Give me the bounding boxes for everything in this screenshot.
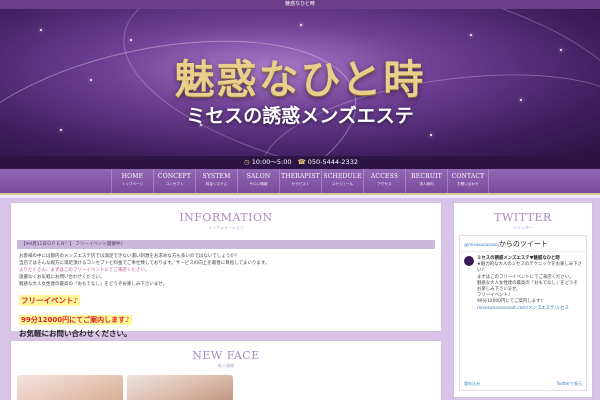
sparkle bbox=[60, 129, 62, 131]
sparkle bbox=[130, 39, 132, 41]
view-on-twitter-link[interactable]: Twitterで表示 bbox=[557, 381, 582, 387]
nav-sublabel: アクセス bbox=[377, 182, 392, 186]
twitter-timeline: @misesunosasoiからのツイート ミセスの誘惑メンズエステ♥魅惑なひと… bbox=[459, 235, 587, 391]
therapist-photo[interactable] bbox=[127, 375, 233, 400]
twitter-subheading: ツイッター bbox=[513, 225, 533, 230]
sparkle bbox=[430, 134, 432, 136]
content-area: INFORMATION インフォメーション 【※9月11日ＯＰＥＮ！】 フリーイ… bbox=[0, 198, 600, 400]
nav-label: ACCESS bbox=[370, 173, 399, 180]
nav-sublabel: 料金システム bbox=[205, 182, 228, 186]
twitter-panel: TWITTER ツイッター @misesunosasoiからのツイート ミセスの… bbox=[453, 202, 593, 398]
nav-sublabel: トップページ bbox=[121, 182, 144, 186]
sparkle bbox=[470, 34, 472, 36]
nav-label: HOME bbox=[121, 173, 144, 180]
twitter-handle[interactable]: @misesunosasoi bbox=[464, 242, 499, 247]
news-line: 魅惑な大人女性達の最高の「おもてなし」をどうぞお楽しみ下さいませ。 bbox=[19, 282, 168, 287]
therapist-photo[interactable] bbox=[17, 375, 123, 400]
timeline-header: @misesunosasoiからのツイート bbox=[460, 236, 586, 252]
nav-therapist[interactable]: THERAPIST セラピスト bbox=[279, 169, 321, 193]
nav-label: SYSTEM bbox=[202, 173, 231, 180]
nav-system[interactable]: SYSTEM 料金システム bbox=[195, 169, 237, 193]
nav-contact[interactable]: CONTACT お問い合わせ bbox=[447, 169, 489, 193]
information-heading: INFORMATION bbox=[179, 211, 273, 224]
nav-home[interactable]: HOME トップページ bbox=[111, 169, 153, 193]
hero-banner: 魅惑なひと時 ミセスの誘惑メンズエステ bbox=[0, 9, 600, 156]
event-contact: お気軽にお問い合わせください。 bbox=[19, 329, 132, 338]
nav-label: CONCEPT bbox=[157, 173, 192, 180]
nav-sublabel: スケジュール bbox=[331, 182, 354, 186]
news-title[interactable]: 【※9月11日ＯＰＥＮ！】 フリーイベント開催中♪ bbox=[17, 240, 435, 249]
tweet-line: まずはこのフリーイベントにてご来店ください。 bbox=[477, 274, 574, 280]
timeline-footer: 埋め込み Twitterで表示 bbox=[464, 381, 582, 387]
phone-icon: ☎ bbox=[297, 158, 306, 166]
sparkle bbox=[300, 24, 302, 26]
nav-schedule[interactable]: SCHEDULE スケジュール bbox=[321, 169, 363, 193]
site-logo-subtitle: ミセスの誘惑メンズエステ bbox=[186, 105, 414, 127]
top-bar-text: 魅惑なひと時 bbox=[285, 1, 315, 7]
news-body: お客様の中には都内のメンズエステ店では満足できない濃い刺激をお求めな方も多いので… bbox=[19, 253, 433, 288]
tweet-line: ★魅力的な大人のミセスのテクニックをお楽しみ下さい♪ bbox=[477, 262, 582, 274]
tweet-line: 魅惑な大人女性達の最高の「おもてなし」をどうぞお楽しみ下さいませ。 bbox=[477, 280, 578, 293]
newface-panel: NEW FACE 新人情報 bbox=[10, 340, 442, 400]
nav-label: CONTACT bbox=[451, 173, 485, 180]
twitter-heading: TWITTER bbox=[494, 211, 552, 224]
site-logo-title[interactable]: 魅惑なひと時 bbox=[0, 47, 600, 105]
contact-strip: ◷ 10:00～5:00 ☎ 050-5444-2332 bbox=[0, 156, 600, 169]
event-price: 99分12000円にてご案内します♪ bbox=[19, 315, 132, 325]
nav-salon[interactable]: SALON サロン情報 bbox=[237, 169, 279, 193]
newface-heading: NEW FACE bbox=[192, 349, 260, 362]
main-nav: HOME トップページ CONCEPT コンセプト SYSTEM 料金システム SAL… bbox=[0, 169, 600, 195]
nav-label: RECRUIT bbox=[411, 173, 442, 180]
tweet-link[interactable]: misesunosasoiest.com/メンズエステ/ミセス bbox=[477, 306, 582, 312]
nav-sublabel: 求人案内 bbox=[419, 182, 434, 186]
sparkle bbox=[40, 29, 42, 31]
clock-icon: ◷ bbox=[244, 158, 250, 166]
tweet: ミセスの誘惑メンズエステ♥魅惑なひと時 ★魅力的な大人のミセスのテクニックをお楽… bbox=[460, 252, 586, 316]
avatar[interactable] bbox=[464, 256, 474, 266]
event-title: フリーイベント♪ bbox=[19, 295, 81, 306]
nav-sublabel: セラピスト bbox=[291, 182, 310, 186]
tweet-text: ミセスの誘惑メンズエステ♥魅惑なひと時 ★魅力的な大人のミセスのテクニックをお楽… bbox=[477, 256, 582, 312]
embed-link[interactable]: 埋め込み bbox=[464, 381, 480, 387]
nav-sublabel: お問い合わせ bbox=[457, 182, 479, 186]
business-hours: 10:00～5:00 bbox=[251, 158, 292, 166]
newface-gallery bbox=[11, 369, 441, 400]
information-subheading: インフォメーション bbox=[208, 225, 244, 230]
nav-label: THERAPIST bbox=[281, 173, 320, 180]
news-line: 当店ではそんな殿方に満足頂けるコンセプトと料金でご奉仕致しております。サービスの… bbox=[19, 261, 270, 266]
nav-concept[interactable]: CONCEPT コンセプト bbox=[153, 169, 195, 193]
nav-sublabel: コンセプト bbox=[165, 182, 184, 186]
phone-number[interactable]: 050-5444-2332 bbox=[308, 158, 358, 166]
nav-label: SCHEDULE bbox=[323, 173, 362, 180]
news-line: 遠慮なくお気軽にお問い合わせください。 bbox=[19, 275, 105, 280]
information-panel: INFORMATION インフォメーション 【※9月11日ＯＰＥＮ！】 フリーイ… bbox=[10, 202, 442, 338]
nav-label: SALON bbox=[246, 173, 271, 180]
timeline-header-label: からのツイート bbox=[498, 240, 548, 248]
news-line: お客様の中には都内のメンズエステ店では満足できない濃い刺激をお求めな方も多いので… bbox=[19, 254, 240, 259]
top-bar: 魅惑なひと時 bbox=[0, 0, 600, 9]
news-line: よりたくさん、まずはこのフリーイベントにてご来店ください。 bbox=[19, 268, 150, 273]
nav-sublabel: サロン情報 bbox=[249, 182, 268, 186]
nav-recruit[interactable]: RECRUIT 求人案内 bbox=[405, 169, 447, 193]
nav-access[interactable]: ACCESS アクセス bbox=[363, 169, 405, 193]
